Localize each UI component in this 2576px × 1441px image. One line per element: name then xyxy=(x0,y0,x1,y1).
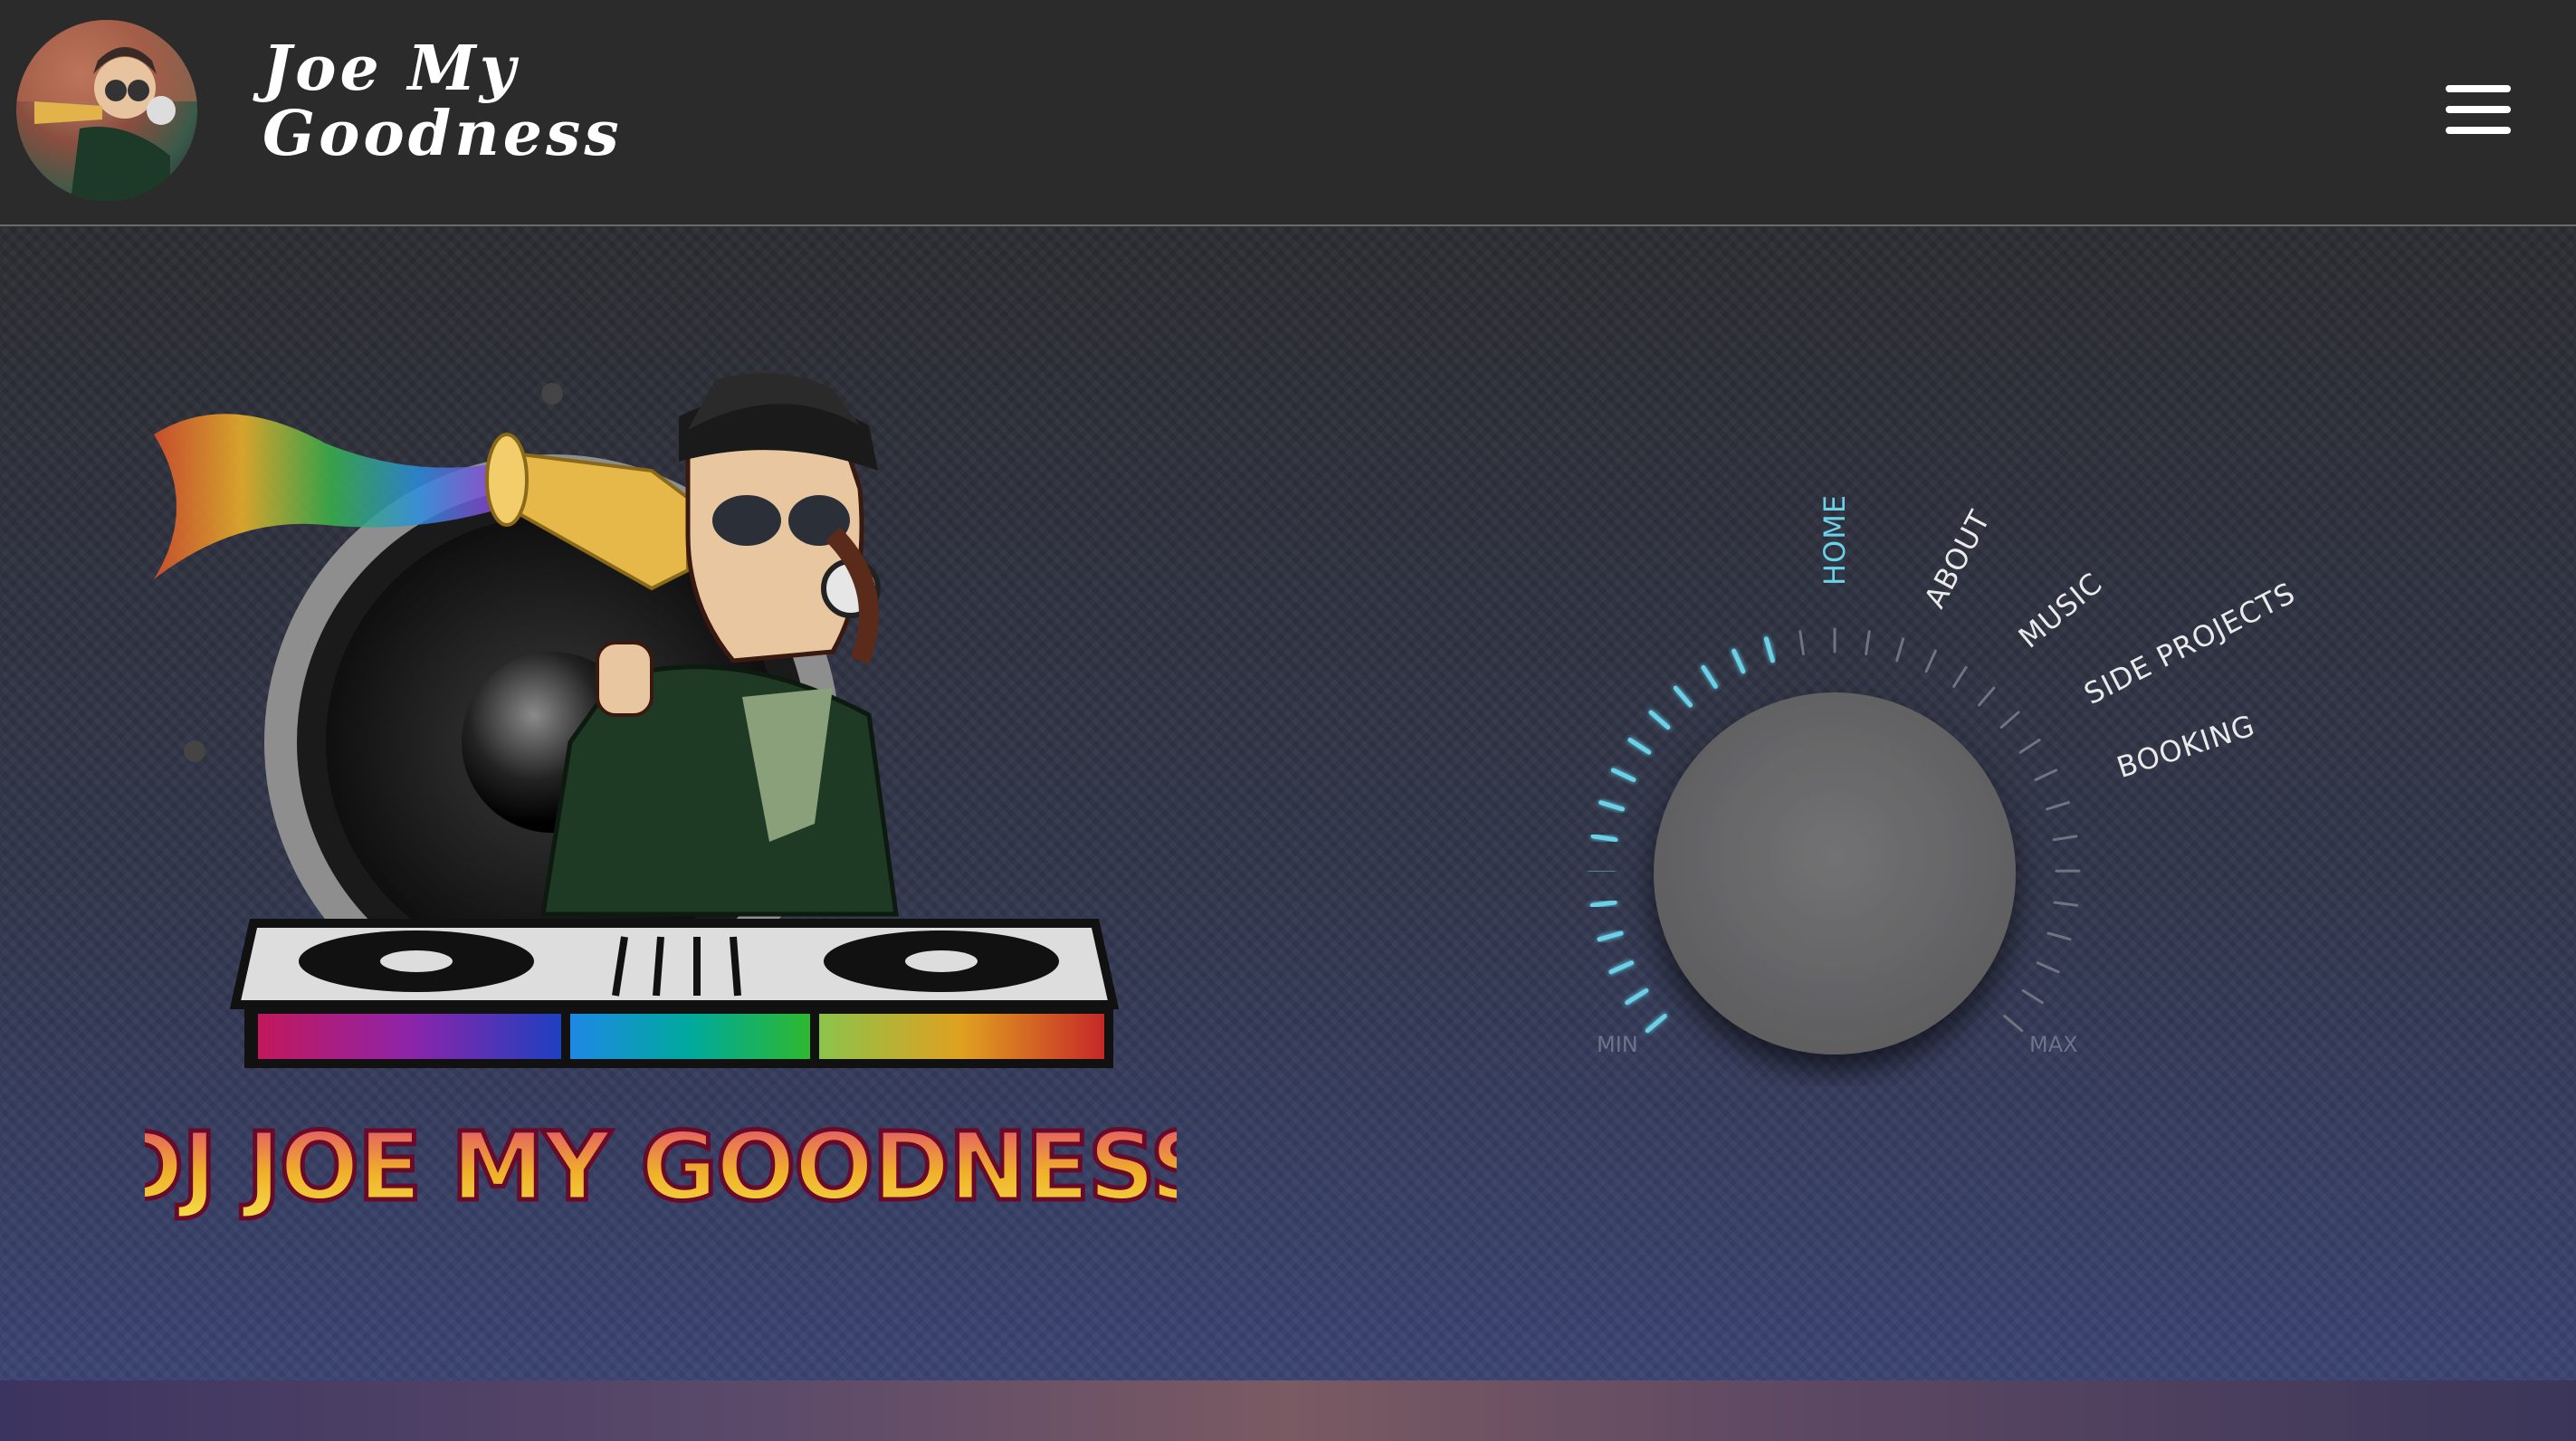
brand-line-2: Goodness xyxy=(262,98,623,170)
knob-tick xyxy=(2034,768,2058,781)
knob-tick xyxy=(2046,931,2072,941)
knob-tick xyxy=(1648,710,1671,730)
next-section-preview xyxy=(0,1380,2576,1441)
knob-tick xyxy=(2003,1015,2024,1033)
knob-tick xyxy=(2046,801,2070,811)
knob-tick xyxy=(1608,960,1635,975)
knob-tick xyxy=(1924,649,1937,673)
knob-tick xyxy=(1865,630,1871,655)
knob-tick xyxy=(1598,800,1625,812)
knob-tick xyxy=(2036,961,2060,974)
knob-tick xyxy=(1763,636,1775,663)
knob-tick xyxy=(1627,738,1652,755)
logo-text: DJ JOE MY GOODNESS xyxy=(145,1112,1177,1222)
knob-tick xyxy=(1895,637,1905,663)
knob-tick xyxy=(2053,901,2079,907)
knob-tick xyxy=(1978,686,1996,707)
knob-tick xyxy=(1645,1014,1667,1034)
nav-item-home[interactable]: HOME xyxy=(1818,494,1852,586)
knob-tick xyxy=(1952,665,1968,688)
avatar[interactable] xyxy=(16,20,197,201)
navigation-knob[interactable]: HOME ABOUT MUSIC SIDE PROJECTS BOOKING MIN M… xyxy=(1539,453,2353,1086)
knob-tick xyxy=(1999,711,2020,729)
min-label: MIN xyxy=(1597,1032,1638,1057)
brand-line-1: Joe My xyxy=(262,33,520,105)
knob-tick xyxy=(1597,930,1624,942)
brand-title[interactable]: Joe My Goodness xyxy=(262,36,623,167)
knob-tick xyxy=(1732,648,1746,674)
knob-tick xyxy=(1590,834,1618,843)
knob-tick xyxy=(2021,988,2044,1005)
knob-tick xyxy=(1701,664,1718,689)
knob-tick xyxy=(1798,630,1805,655)
knob-tick xyxy=(2052,835,2078,842)
hamburger-menu-icon[interactable] xyxy=(2435,78,2522,141)
knob-tick xyxy=(1625,988,1649,1006)
dj-logo-illustration: DJ JOE MY GOODNESS xyxy=(145,373,1177,1225)
knob-tick xyxy=(1673,685,1693,708)
knob-tick xyxy=(1610,768,1636,782)
site-header: Joe My Goodness xyxy=(0,0,2576,226)
knob-tick xyxy=(1589,900,1617,908)
knob-tick xyxy=(2018,739,2041,754)
max-label: MAX xyxy=(2029,1032,2078,1057)
